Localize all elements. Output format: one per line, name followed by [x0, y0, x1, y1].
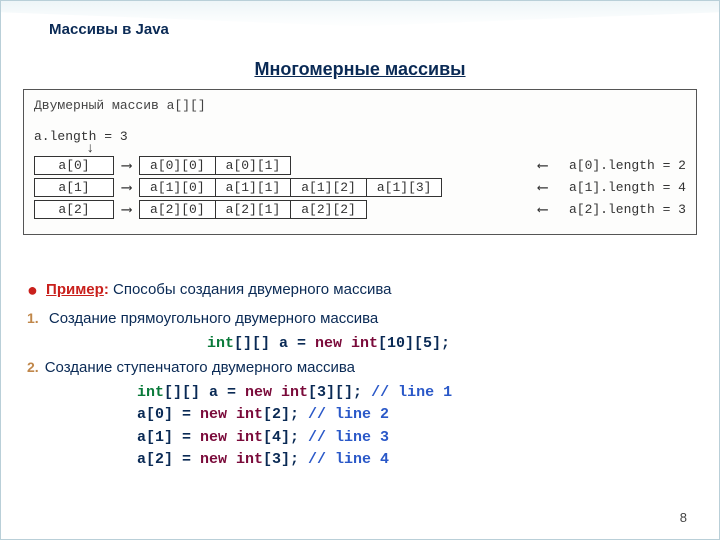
diagram-row: a[0] ⟶ a[0][0]a[0][1] ⟵ a[0].length = 2 — [34, 154, 686, 176]
code-token: [10][5]; — [378, 335, 450, 352]
arrow-right-icon: ⟶ — [122, 178, 131, 197]
item-number: 1. — [27, 310, 39, 326]
item-text: Создание прямоугольного двумерного масси… — [45, 310, 379, 327]
diagram-row: a[2] ⟶ a[2][0]a[2][1]a[2][2] ⟵ a[2].length =… — [34, 198, 686, 220]
code-token: [][] a = — [164, 384, 245, 401]
array-cell: a[1][2] — [290, 178, 366, 197]
code-token: // line 1 — [371, 384, 452, 401]
code-token: // line 4 — [308, 451, 389, 468]
code-token: [4]; — [263, 429, 308, 446]
code-token: new int — [245, 384, 308, 401]
array-cell: a[2][0] — [139, 200, 215, 219]
array-cell: a[0][0] — [139, 156, 215, 175]
arrow-left-icon: ⟵ — [538, 178, 547, 197]
code-token: [3][]; — [308, 384, 371, 401]
code-token: // line 3 — [308, 429, 389, 446]
numbered-item: 1. Создание прямоугольного двумерного ма… — [27, 308, 693, 331]
arrow-left-icon: ⟵ — [538, 200, 547, 219]
code-line: a[1] = new int[4]; // line 3 — [137, 427, 693, 450]
code-line: a[2] = new int[3]; // line 4 — [137, 449, 693, 472]
code-token: new int — [200, 429, 263, 446]
array-diagram: Двумерный массив a[][] a.length = 3 ↓ a[… — [23, 89, 697, 235]
page-number: 8 — [680, 510, 687, 525]
row-length-label: a[2].length = 3 — [569, 202, 686, 217]
code-token: new int — [200, 451, 263, 468]
code-token: int — [207, 335, 234, 352]
item-number: 2. — [27, 359, 39, 375]
array-cell: a[1][0] — [139, 178, 215, 197]
content-area: ● Пример: Способы создания двумерного ма… — [27, 277, 693, 472]
array-row-cells: a[1][0]a[1][1]a[1][2]a[1][3] — [139, 178, 442, 197]
code-token: int — [137, 384, 164, 401]
diagram-title: Двумерный массив a[][] — [34, 98, 686, 113]
diagram-row: a[1] ⟶ a[1][0]a[1][1]a[1][2]a[1][3] ⟵ a[1].l… — [34, 176, 686, 198]
section-title: Многомерные массивы — [1, 59, 719, 80]
array-cell: a[0][1] — [215, 156, 292, 175]
code-token: // line 2 — [308, 406, 389, 423]
code-token: a[2] = — [137, 451, 200, 468]
code-line: a[0] = new int[2]; // line 2 — [137, 404, 693, 427]
array-cell: a[1][1] — [215, 178, 291, 197]
code-token: [][] a = — [234, 335, 315, 352]
example-heading: ● Пример: Способы создания двумерного ма… — [27, 277, 693, 304]
slide-title: Массивы в Java — [49, 21, 169, 38]
array-head-cell: a[1] — [34, 178, 114, 197]
array-row-cells: a[2][0]a[2][1]a[2][2] — [139, 200, 367, 219]
code-token: [2]; — [263, 406, 308, 423]
code-line: int[][] a = new int[10][5]; — [207, 333, 693, 356]
example-colon: : — [104, 281, 113, 298]
row-length-label: a[0].length = 2 — [569, 158, 686, 173]
arrow-right-icon: ⟶ — [122, 156, 131, 175]
arrow-down-icon: ↓ — [86, 144, 686, 154]
code-line: int[][] a = new int[3][]; // line 1 — [137, 382, 693, 405]
example-label: Пример — [46, 281, 104, 298]
array-head-cell: a[0] — [34, 156, 114, 175]
item-text: Создание ступенчатого двумерного массива — [45, 359, 355, 376]
code-token: [3]; — [263, 451, 308, 468]
code-token: a[0] = — [137, 406, 200, 423]
row-length-label: a[1].length = 4 — [569, 180, 686, 195]
array-cell: a[2][1] — [215, 200, 291, 219]
example-text: Способы создания двумерного массива — [113, 281, 391, 298]
code-token: a[1] = — [137, 429, 200, 446]
arrow-left-icon: ⟵ — [538, 156, 547, 175]
code-token: new int — [200, 406, 263, 423]
bullet-icon: ● — [27, 280, 38, 300]
array-row-cells: a[0][0]a[0][1] — [139, 156, 291, 175]
code-token: new int — [315, 335, 378, 352]
arrow-right-icon: ⟶ — [122, 200, 131, 219]
numbered-item: 2. Создание ступенчатого двумерного масси… — [27, 357, 693, 380]
diagram-length-line: a.length = 3 — [34, 129, 686, 144]
array-cell: a[1][3] — [366, 178, 443, 197]
array-cell: a[2][2] — [290, 200, 367, 219]
array-head-cell: a[2] — [34, 200, 114, 219]
